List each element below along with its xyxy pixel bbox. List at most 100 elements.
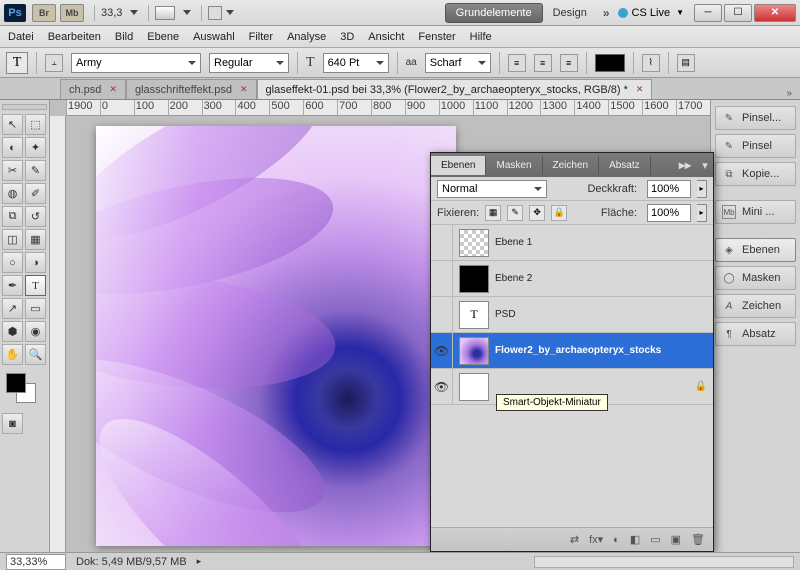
panel-mini[interactable]: MbMini ... xyxy=(715,200,796,224)
delete-layer-button[interactable]: 🗑 xyxy=(691,533,705,546)
visibility-toggle[interactable] xyxy=(431,261,453,297)
layer-thumbnail[interactable] xyxy=(459,265,489,293)
tabs-overflow-icon[interactable]: » xyxy=(786,88,792,99)
visibility-toggle[interactable] xyxy=(431,297,453,333)
layer-row[interactable]: Ebene 1 xyxy=(431,225,713,261)
character-panel-button[interactable]: ▤ xyxy=(677,54,695,72)
fill-slider-icon[interactable]: ▸ xyxy=(697,204,707,222)
view-dropdown-icon[interactable] xyxy=(183,10,191,15)
text-color-swatch[interactable] xyxy=(595,54,625,72)
layer-thumbnail[interactable] xyxy=(459,229,489,257)
panel-collapse-icon[interactable]: ▸▸ xyxy=(679,158,691,172)
history-brush-tool[interactable]: ↺ xyxy=(25,206,46,227)
horizontal-scrollbar[interactable] xyxy=(534,556,794,568)
adjustment-button[interactable]: ◧ xyxy=(630,533,640,546)
hand-tool[interactable]: ✋ xyxy=(2,344,23,365)
group-button[interactable]: ▭ xyxy=(650,533,660,546)
menu-datei[interactable]: Datei xyxy=(8,31,34,43)
layer-row[interactable]: Ebene 2 xyxy=(431,261,713,297)
layer-row[interactable]: T PSD xyxy=(431,297,713,333)
layer-name[interactable]: Ebene 2 xyxy=(495,273,532,284)
align-center-button[interactable]: ≡ xyxy=(534,54,552,72)
move-tool[interactable]: ↖ xyxy=(2,114,23,135)
visibility-toggle[interactable] xyxy=(431,225,453,261)
panel-kopie[interactable]: ⧉Kopie... xyxy=(715,162,796,186)
arrange-dropdown-icon[interactable] xyxy=(226,10,234,15)
tab-0[interactable]: ch.psd✕ xyxy=(60,79,126,99)
menu-ansicht[interactable]: Ansicht xyxy=(368,31,404,43)
toolbox-handle[interactable] xyxy=(2,104,47,110)
workspace-active[interactable]: Grundelemente xyxy=(445,3,543,23)
warp-text-button[interactable]: ⌇ xyxy=(642,54,660,72)
layer-name[interactable]: Ebene 1 xyxy=(495,237,532,248)
tab-close-icon[interactable]: ✕ xyxy=(109,84,117,95)
zoom-level[interactable]: 33,3 xyxy=(101,7,122,19)
panel-menu-icon[interactable]: ▾ xyxy=(697,159,713,172)
workspace-more-icon[interactable]: » xyxy=(603,6,610,20)
wand-tool[interactable]: ✦ xyxy=(25,137,46,158)
menu-fenster[interactable]: Fenster xyxy=(418,31,455,43)
new-layer-button[interactable]: ▣ xyxy=(671,533,681,546)
menu-hilfe[interactable]: Hilfe xyxy=(470,31,492,43)
blend-mode-select[interactable]: Normal xyxy=(437,180,547,198)
zoom-tool[interactable]: 🔍 xyxy=(25,344,46,365)
panel-pinsel[interactable]: ✎Pinsel xyxy=(715,134,796,158)
panel-pinsel-preset[interactable]: ✎Pinsel... xyxy=(715,106,796,130)
eyedropper-tool[interactable]: ✎ xyxy=(25,160,46,181)
menu-auswahl[interactable]: Auswahl xyxy=(193,31,235,43)
panel-ebenen[interactable]: ◈Ebenen xyxy=(715,238,796,262)
tab-close-icon[interactable]: ✕ xyxy=(240,84,248,95)
eraser-tool[interactable]: ◫ xyxy=(2,229,23,250)
layer-name[interactable]: PSD xyxy=(495,309,516,320)
color-swatches[interactable] xyxy=(2,373,47,407)
workspace-design[interactable]: Design xyxy=(545,4,595,22)
heal-tool[interactable]: ◍ xyxy=(2,183,23,204)
pen-tool[interactable]: ✒ xyxy=(2,275,23,296)
font-family-select[interactable]: Army xyxy=(71,53,201,73)
minimize-button[interactable]: ─ xyxy=(694,4,722,22)
bridge-button[interactable]: Br xyxy=(32,4,56,22)
stamp-tool[interactable]: ⧉ xyxy=(2,206,23,227)
tab-2[interactable]: glaseffekt-01.psd bei 33,3% (Flower2_by_… xyxy=(257,79,653,99)
font-weight-select[interactable]: Regular xyxy=(209,53,289,73)
quickmask-button[interactable]: ◙ xyxy=(2,413,23,434)
marquee-tool[interactable]: ⬚ xyxy=(25,114,46,135)
minibridge-button[interactable]: Mb xyxy=(60,4,84,22)
panel-masken[interactable]: ◯Masken xyxy=(715,266,796,290)
layer-thumbnail[interactable] xyxy=(459,373,489,401)
fx-button[interactable]: fx▾ xyxy=(589,533,603,546)
lock-transparent-button[interactable]: ▦ xyxy=(485,205,501,221)
menu-bild[interactable]: Bild xyxy=(115,31,133,43)
lock-pixels-button[interactable]: ✎ xyxy=(507,205,523,221)
status-zoom[interactable]: 33,33% xyxy=(6,554,66,570)
3d-tool[interactable]: ⬢ xyxy=(2,321,23,342)
lock-position-button[interactable]: ✥ xyxy=(529,205,545,221)
camera-tool[interactable]: ◉ xyxy=(25,321,46,342)
visibility-toggle[interactable]: 👁 xyxy=(431,333,453,369)
visibility-toggle[interactable]: 👁 xyxy=(431,369,453,405)
align-right-button[interactable]: ≡ xyxy=(560,54,578,72)
lp-tab-ebenen[interactable]: Ebenen xyxy=(431,156,486,175)
layer-row[interactable]: 👁 Flower2_by_archaeopteryx_stocks xyxy=(431,333,713,369)
lock-all-button[interactable]: 🔒 xyxy=(551,205,567,221)
opacity-slider-icon[interactable]: ▸ xyxy=(697,180,707,198)
close-button[interactable]: ✕ xyxy=(754,4,796,22)
orientation-button[interactable]: ⫠ xyxy=(45,54,63,72)
layer-name[interactable]: Flower2_by_archaeopteryx_stocks xyxy=(495,345,661,356)
cs-live[interactable]: CS Live▼ xyxy=(618,7,684,19)
crop-tool[interactable]: ✂ xyxy=(2,160,23,181)
lp-tab-masken[interactable]: Masken xyxy=(486,156,542,175)
menu-3d[interactable]: 3D xyxy=(340,31,354,43)
brush-tool[interactable]: ✐ xyxy=(25,183,46,204)
shape-tool[interactable]: ▭ xyxy=(25,298,46,319)
type-tool-preset[interactable]: T xyxy=(6,52,28,74)
path-tool[interactable]: ↗ xyxy=(2,298,23,319)
opacity-field[interactable]: 100% xyxy=(647,180,691,198)
fill-field[interactable]: 100% xyxy=(647,204,691,222)
arrange-docs-button[interactable] xyxy=(208,6,222,20)
lp-tab-absatz[interactable]: Absatz xyxy=(599,156,651,175)
tab-1[interactable]: glasschrifteffekt.psd✕ xyxy=(126,79,257,99)
tab-close-icon[interactable]: ✕ xyxy=(636,84,644,95)
mask-button[interactable]: ◐ xyxy=(613,534,620,546)
panel-zeichen[interactable]: AZeichen xyxy=(715,294,796,318)
